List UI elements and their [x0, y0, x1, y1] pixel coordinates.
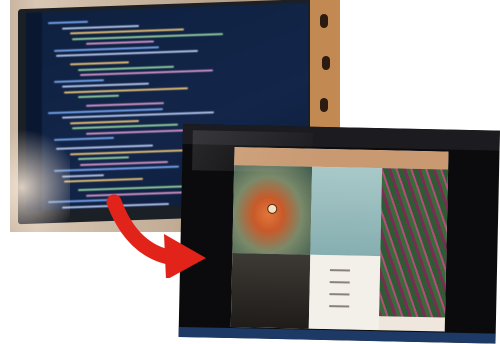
code-line: [78, 94, 119, 99]
chard-image: [379, 168, 449, 318]
teal-panel: [310, 166, 383, 257]
code-line: [80, 160, 168, 166]
code-line: [78, 156, 129, 161]
code-line: [70, 61, 129, 66]
code-line: [86, 102, 164, 107]
fish-image: [232, 165, 313, 255]
fish-eye: [267, 203, 278, 214]
code-line: [86, 40, 154, 45]
screen-glare: [192, 130, 313, 173]
code-line: [64, 86, 188, 94]
menu-item: [329, 305, 350, 308]
blurred-foreground: [10, 120, 70, 232]
code-line: [64, 177, 143, 183]
red-arrow-icon: [106, 194, 206, 278]
menu-item: [329, 269, 350, 272]
code-line: [62, 111, 214, 119]
code-line: [48, 20, 88, 25]
menu-panel: [308, 254, 381, 331]
code-line: [62, 82, 149, 88]
code-line: [56, 49, 198, 57]
peg: [320, 14, 328, 28]
website-monitor-photo: [178, 124, 500, 344]
menu-item: [329, 281, 350, 284]
menu-item: [329, 293, 350, 296]
code-line: [78, 65, 174, 71]
peg: [320, 98, 328, 112]
code-line: [54, 165, 179, 172]
code-line: [70, 119, 139, 124]
code-line: [80, 69, 213, 77]
code-line: [56, 144, 153, 150]
code-line: [54, 45, 159, 52]
code-line: [72, 32, 223, 40]
code-line: [70, 28, 184, 35]
dark-image: [230, 253, 311, 329]
code-line: [72, 123, 178, 130]
taskbar: [178, 326, 496, 344]
code-line: [62, 24, 139, 30]
website-screen: [230, 147, 449, 332]
peg: [322, 56, 330, 70]
code-line: [54, 78, 104, 83]
